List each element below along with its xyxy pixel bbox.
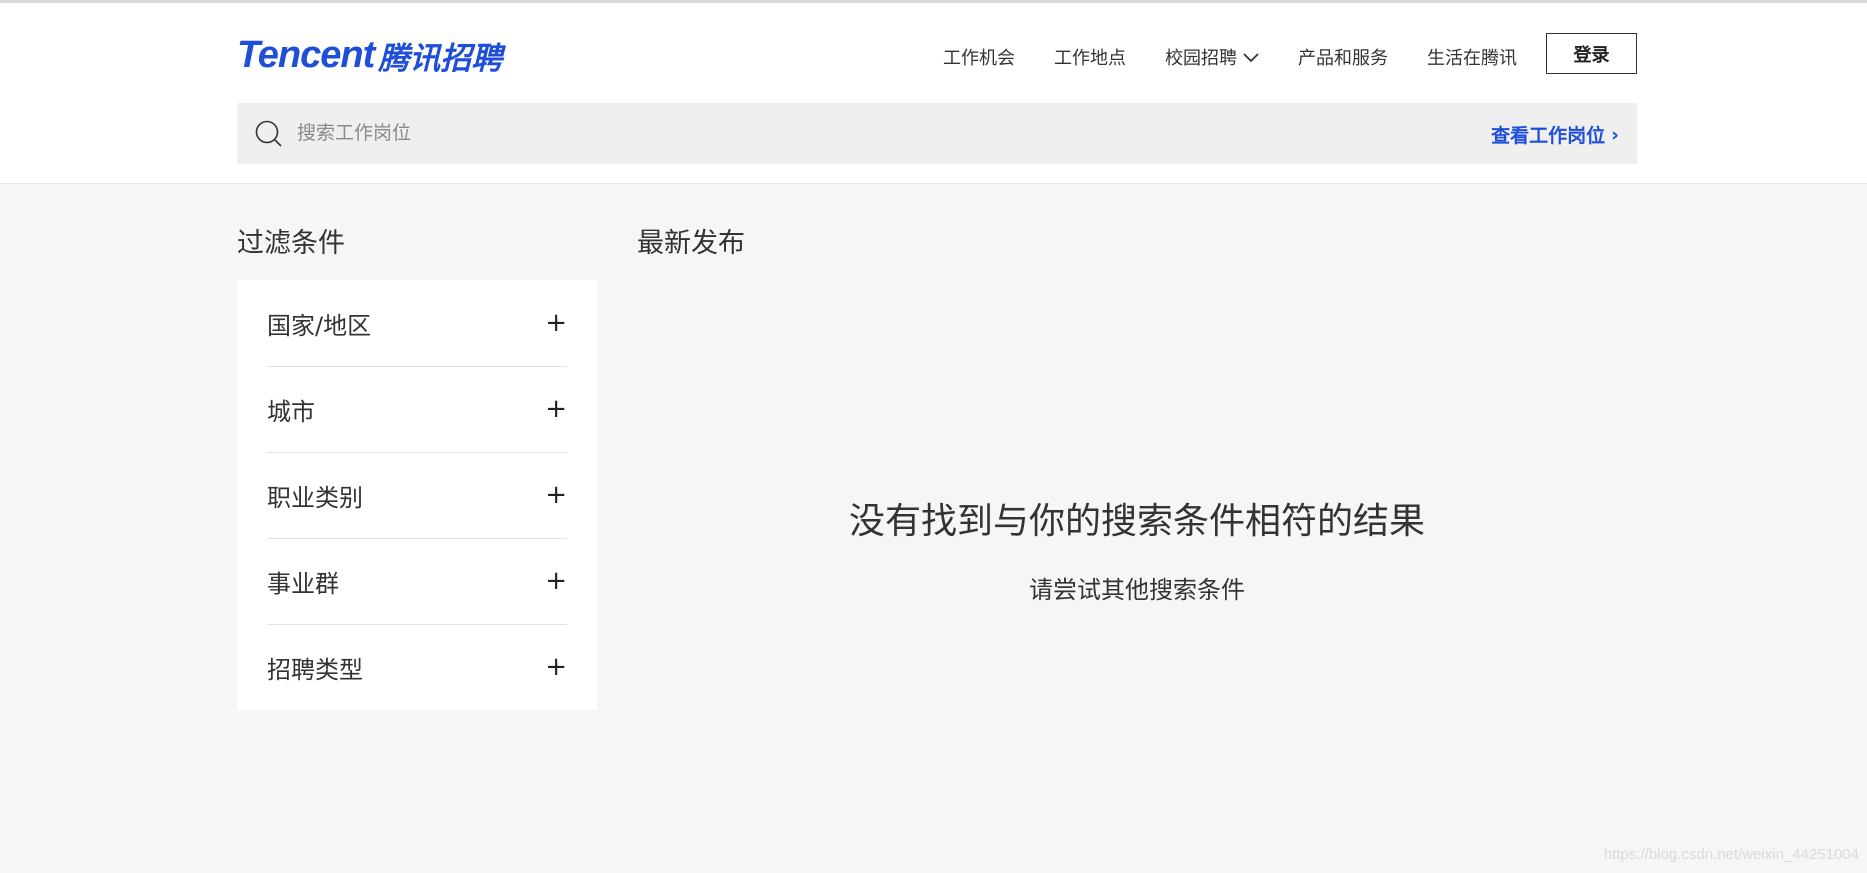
job-search-bar: 查看工作岗位 › xyxy=(237,103,1637,164)
filter-label: 职业类别 xyxy=(267,483,363,512)
nav-products-services[interactable]: 产品和服务 xyxy=(1298,44,1388,70)
nav-campus-recruitment[interactable]: 校园招聘 xyxy=(1165,44,1259,70)
filter-panel: 国家/地区 + 城市 + 职业类别 + 事业群 + 招聘类型 + xyxy=(237,280,597,710)
nav-job-opportunities[interactable]: 工作机会 xyxy=(943,44,1015,70)
search-input[interactable] xyxy=(297,115,1197,151)
chevron-down-icon xyxy=(1243,47,1259,68)
logo-text-cn: 腾讯招聘 xyxy=(378,40,503,77)
nav-life-at-tencent[interactable]: 生活在腾讯 xyxy=(1427,44,1517,70)
plus-icon: + xyxy=(545,566,567,596)
watermark: https://blog.csdn.net/weixin_44251004 xyxy=(1603,846,1859,863)
nav-work-locations[interactable]: 工作地点 xyxy=(1054,44,1126,70)
plus-icon: + xyxy=(545,308,567,338)
login-button[interactable]: 登录 xyxy=(1546,33,1637,74)
filter-business-group[interactable]: 事业群 + xyxy=(267,538,567,624)
plus-icon: + xyxy=(545,394,567,424)
filter-label: 招聘类型 xyxy=(267,655,363,684)
view-jobs-link[interactable]: 查看工作岗位 › xyxy=(1491,121,1619,148)
filter-job-category[interactable]: 职业类别 + xyxy=(267,452,567,538)
site-header: Tencent 腾讯招聘 工作机会 工作地点 校园招聘 产品和服务 生活在腾讯 … xyxy=(0,3,1867,184)
plus-icon: + xyxy=(545,652,567,682)
latest-heading: 最新发布 xyxy=(637,228,745,259)
chevron-right-icon: › xyxy=(1611,123,1619,146)
view-jobs-label: 查看工作岗位 xyxy=(1491,125,1606,147)
main-nav: 工作机会 工作地点 校园招聘 产品和服务 生活在腾讯 xyxy=(943,43,1556,71)
plus-icon: + xyxy=(545,480,567,510)
filter-label: 国家/地区 xyxy=(267,311,372,340)
filter-label: 城市 xyxy=(267,397,315,426)
logo-text-en: Tencent xyxy=(237,33,375,76)
filter-recruitment-type[interactable]: 招聘类型 + xyxy=(267,624,567,710)
filter-heading: 过滤条件 xyxy=(237,228,345,259)
filter-city[interactable]: 城市 + xyxy=(267,366,567,452)
nav-campus-label: 校园招聘 xyxy=(1165,48,1237,69)
search-icon xyxy=(255,120,283,152)
empty-result-title: 没有找到与你的搜索条件相符的结果 xyxy=(848,501,1425,542)
empty-result-subtitle: 请尝试其他搜索条件 xyxy=(1029,576,1245,604)
filter-label: 事业群 xyxy=(267,569,339,598)
tencent-careers-logo[interactable]: Tencent 腾讯招聘 xyxy=(237,33,502,77)
filter-country-region[interactable]: 国家/地区 + xyxy=(267,280,567,366)
